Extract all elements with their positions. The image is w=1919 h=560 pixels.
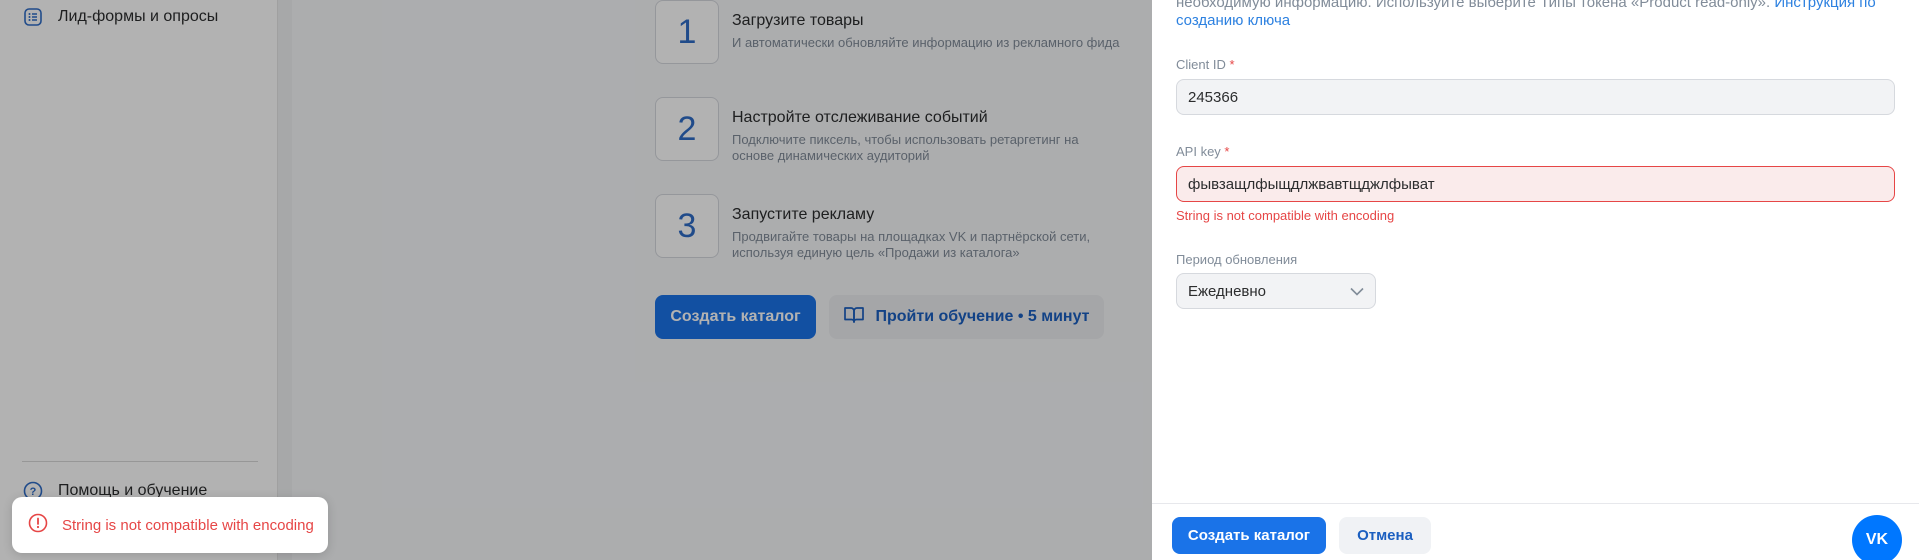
api-key-label-text: API key [1176,144,1221,159]
update-period-value: Ежедневно [1188,282,1267,300]
error-toast: String is not compatible with encoding [12,497,328,553]
chevron-down-icon [1350,283,1364,300]
footer-divider [1152,503,1919,504]
cancel-button[interactable]: Отмена [1339,517,1431,554]
api-key-label: API key * [1176,144,1229,159]
api-key-error: String is not compatible with encoding [1176,208,1395,223]
intro-description: необходимую информацию. Используйте выбе… [1176,0,1771,11]
page: Лид-формы и опросы ? Помощь и обучение 1… [0,0,1919,560]
api-key-field[interactable]: фывзащлфыщдлжвавтщджлфыват [1176,166,1895,202]
client-id-label-text: Client ID [1176,57,1226,72]
client-id-field[interactable]: 245366 [1176,79,1895,115]
update-period-select[interactable]: Ежедневно [1176,273,1376,309]
intro-text: необходимую информацию. Используйте выбе… [1176,0,1896,30]
vk-logo-icon[interactable]: VK [1852,515,1902,560]
error-circle-icon [28,513,48,537]
create-catalog-drawer: необходимую информацию. Используйте выбе… [1152,0,1919,560]
client-id-label: Client ID * [1176,57,1235,72]
submit-catalog-button[interactable]: Создать каталог [1172,517,1326,554]
period-label: Период обновления [1176,252,1298,267]
required-marker: * [1229,57,1235,72]
toast-message: String is not compatible with encoding [62,516,314,534]
modal-overlay[interactable] [0,0,1152,560]
required-marker: * [1224,144,1230,159]
